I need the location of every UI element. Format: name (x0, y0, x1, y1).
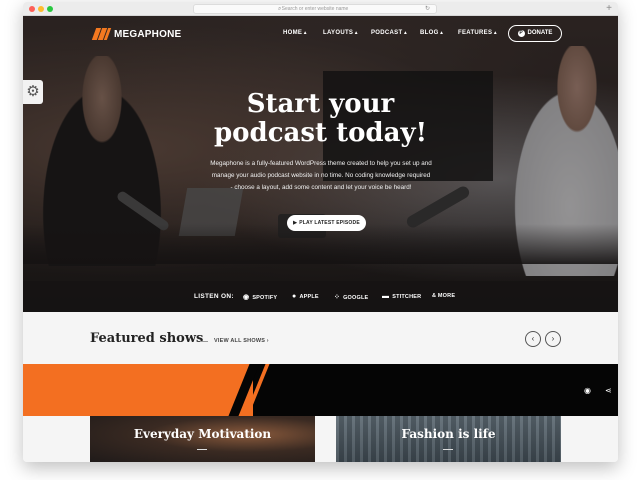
featured-shows-title: Featured shows (90, 331, 204, 346)
spotify-icon: ◉ (243, 294, 250, 301)
featured-shows-list: Everyday Motivation Fashion is life (23, 416, 618, 462)
browser-toolbar: ⌕ Search or enter website name ↻ + (23, 2, 618, 16)
nav-item-layouts[interactable]: LAYOUTS (323, 30, 358, 36)
featured-shows-header: Featured shows VIEW ALL SHOWS › ‹ › (23, 312, 618, 364)
show-card-title: Everyday Motivation (133, 427, 272, 441)
banner-accent-block (23, 364, 253, 416)
show-card-underline (443, 449, 453, 450)
nav-item-podcast[interactable]: PODCAST (371, 30, 407, 36)
megaphone-logo-icon (91, 28, 112, 40)
paypal-icon: P (517, 30, 525, 37)
site-logo-text: MEGAPHONE (114, 28, 182, 40)
apple-icon: ● (292, 293, 297, 300)
reload-icon[interactable]: ↻ (425, 5, 430, 14)
site-logo[interactable]: MEGAPHONE (91, 27, 182, 41)
gear-icon[interactable]: ⚙ (23, 80, 43, 104)
google-podcasts-icon: ⁘ (334, 294, 341, 301)
share-icon[interactable]: ⋖ (605, 386, 612, 395)
hero-title-line2: podcast today! (214, 118, 427, 148)
show-card-title: Fashion is life (401, 427, 496, 441)
address-bar-text: Search or enter website name (281, 6, 349, 12)
hero-section: Start your podcast today! Megaphone is a… (23, 16, 618, 312)
browser-window: ⌕ Search or enter website name ↻ + Start… (23, 2, 618, 462)
nav-item-features[interactable]: FEATURES (458, 30, 497, 36)
listen-on-bar: LISTEN ON: ◉ SPOTIFY ● APPLE ⁘ GOOGLE ▬ STIT… (23, 281, 618, 312)
chevron-left-icon[interactable]: ‹ (525, 331, 541, 347)
main-navigation: MEGAPHONE HOME LAYOUTS PODCAST BLOG FEAT… (23, 16, 618, 52)
close-window-button[interactable] (29, 6, 35, 12)
donate-button[interactable]: P DONATE (508, 25, 562, 42)
show-card-fashion-is-life[interactable]: Fashion is life (336, 416, 561, 462)
listen-on-label: LISTEN ON: (194, 293, 234, 300)
show-card-everyday-motivation[interactable]: Everyday Motivation (90, 416, 315, 462)
donate-label: DONATE (527, 30, 553, 36)
address-bar[interactable]: ⌕ Search or enter website name ↻ (193, 4, 437, 14)
platform-link-apple[interactable]: ● APPLE (292, 293, 319, 300)
search-icon: ⌕ (278, 6, 282, 12)
view-all-shows-link[interactable]: VIEW ALL SHOWS › (214, 338, 269, 344)
minimize-window-button[interactable] (38, 6, 44, 12)
shows-banner: ◉ ⋖ (23, 364, 618, 416)
play-icon: ▶ (293, 220, 298, 226)
platform-link-more[interactable]: & MORE (432, 293, 455, 299)
rss-icon[interactable]: ◉ (584, 386, 591, 395)
chevron-right-icon[interactable]: › (545, 331, 561, 347)
hero-title: Start your podcast today! (23, 90, 618, 148)
show-card-underline (197, 449, 207, 450)
featured-divider (200, 341, 208, 342)
stitcher-icon: ▬ (382, 293, 390, 300)
hero-description: Megaphone is a fully-featured WordPress … (210, 160, 432, 191)
play-latest-episode-button[interactable]: ▶ PLAY LATEST EPISODE (287, 215, 366, 231)
nav-item-home[interactable]: HOME (283, 30, 307, 36)
hero-title-line1: Start your (246, 89, 395, 119)
platform-link-stitcher[interactable]: ▬ STITCHER (382, 293, 421, 300)
platform-link-google[interactable]: ⁘ GOOGLE (334, 293, 368, 301)
maximize-window-button[interactable] (47, 6, 53, 12)
new-tab-button[interactable]: + (606, 2, 612, 15)
platform-link-spotify[interactable]: ◉ SPOTIFY (243, 293, 277, 301)
nav-item-blog[interactable]: BLOG (420, 30, 443, 36)
play-latest-episode-label: PLAY LATEST EPISODE (299, 220, 360, 226)
